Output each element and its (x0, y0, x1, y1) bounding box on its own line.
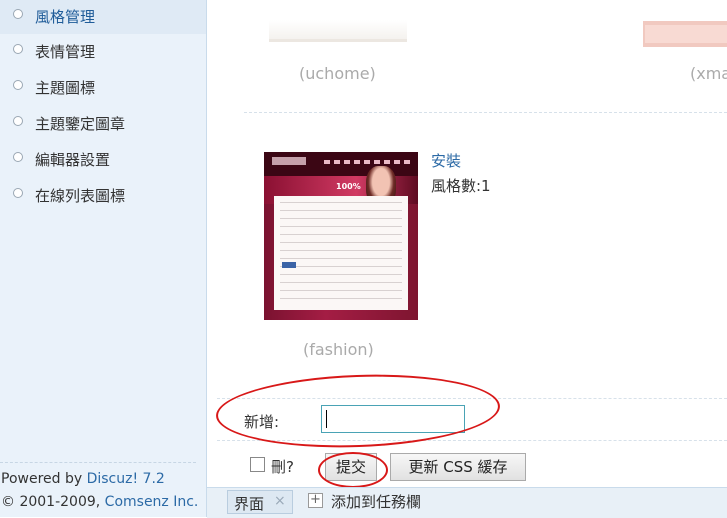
powered-by: Powered by Discuz! 7.2 (1, 471, 165, 487)
bullet-icon (13, 152, 23, 162)
discuz-link[interactable]: Discuz! 7.2 (87, 471, 165, 487)
delete-checkbox[interactable] (250, 457, 265, 472)
style-count: 風格數:1 (431, 177, 491, 195)
bullet-icon (13, 9, 23, 19)
close-icon[interactable]: × (274, 493, 286, 509)
theme-thumbnail-uchome[interactable] (269, 20, 407, 42)
powered-prefix: Powered by (1, 471, 87, 487)
theme-caption: (fashion) (303, 340, 374, 359)
tab-interface[interactable]: 界面 × (227, 490, 293, 514)
sidebar-item-label: 主題鑒定圖章 (35, 115, 126, 133)
sidebar-item-style-management[interactable]: 風格管理 (0, 0, 206, 34)
sidebar: 風格管理 表情管理 主題圖標 主題鑒定圖章 編輯器設置 在線列表圖標 Power… (0, 0, 207, 517)
add-to-taskbar-link[interactable]: 添加到任務欄 (331, 491, 421, 512)
bullet-icon (13, 80, 23, 90)
main-content: (uchome) (xma 100% 安裝 風格數:1 (fashion) 新增… (207, 0, 727, 518)
sidebar-item-label: 表情管理 (35, 43, 96, 61)
delete-label: 刪? (271, 458, 294, 476)
sidebar-menu: 風格管理 表情管理 主題圖標 主題鑒定圖章 編輯器設置 在線列表圖標 (0, 0, 206, 214)
tab-label: 界面 (234, 495, 265, 513)
annotation-circle (318, 452, 388, 488)
theme-thumbnail-xma[interactable] (643, 20, 727, 47)
sidebar-item-label: 在線列表圖標 (35, 187, 126, 205)
bullet-icon (13, 188, 23, 198)
bullet-icon (13, 44, 23, 54)
copyright: © 2001-2009, Comsenz Inc. (1, 494, 198, 510)
taskbar: 界面 × + 添加到任務欄 (207, 487, 727, 518)
copyright-prefix: © 2001-2009, (1, 494, 105, 510)
sidebar-item-stamps[interactable]: 主題鑒定圖章 (0, 106, 206, 142)
sidebar-item-editor-settings[interactable]: 編輯器設置 (0, 142, 206, 178)
theme-caption: (uchome) (299, 64, 376, 83)
update-css-cache-button[interactable]: 更新 CSS 緩存 (390, 453, 526, 481)
theme-caption: (xma (690, 64, 727, 83)
sidebar-item-thread-icons[interactable]: 主題圖標 (0, 70, 206, 106)
sidebar-item-label: 編輯器設置 (35, 151, 111, 169)
sidebar-item-label: 風格管理 (35, 8, 96, 26)
sidebar-item-label: 主題圖標 (35, 79, 96, 97)
thumbnail-text: 100% (336, 182, 361, 191)
comsenz-link[interactable]: Comsenz Inc. (105, 494, 199, 510)
bullet-icon (13, 116, 23, 126)
footer-divider (0, 462, 196, 463)
row-divider (244, 112, 727, 113)
add-icon[interactable]: + (308, 493, 323, 508)
theme-thumbnail-fashion[interactable]: 100% (264, 152, 418, 320)
sidebar-item-smilies[interactable]: 表情管理 (0, 34, 206, 70)
install-link[interactable]: 安裝 (431, 150, 461, 171)
sidebar-item-online-list-icons[interactable]: 在線列表圖標 (0, 178, 206, 214)
